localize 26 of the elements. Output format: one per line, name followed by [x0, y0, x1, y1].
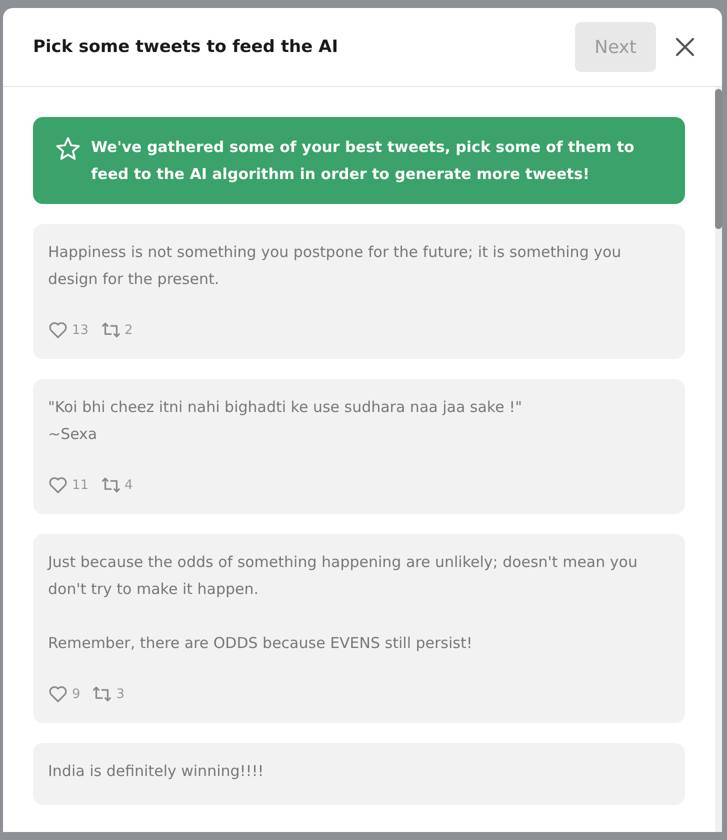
close-icon	[675, 37, 695, 57]
star-icon	[55, 136, 81, 162]
info-text: We've gathered some of your best tweets, pick some of them to feed to the AI algorithm in order to generate more tweets!	[91, 137, 636, 185]
retweet-count: 2	[124, 322, 133, 338]
scrollbar-thumb[interactable]	[715, 89, 722, 229]
tweet-text: India is definitely winning!!!!	[48, 761, 265, 782]
retweet-icon[interactable]	[100, 321, 121, 339]
tweet-card[interactable]: Happiness is not something you postpone for the future; it is something you design for the present. 13 2	[33, 224, 685, 359]
scrollbar[interactable]	[715, 87, 722, 832]
tweet-card[interactable]: India is definitely winning!!!!	[33, 743, 685, 805]
heart-icon[interactable]	[48, 321, 68, 339]
retweet-icon[interactable]	[100, 476, 121, 494]
like-count: 11	[72, 478, 89, 492]
heart-icon[interactable]	[48, 685, 68, 703]
retweet-count: 4	[124, 478, 133, 492]
like-count: 13	[72, 322, 89, 338]
dialog-title: Pick some tweets to feed the AI	[33, 37, 340, 57]
retweet-icon[interactable]	[92, 685, 112, 703]
tweet-card[interactable]: Just because the odds of something happening are unlikely; doesn't mean you don't try to make it happen. Remember, there are ODDS because EVENS still persist! 9 3	[33, 534, 685, 723]
tweet-card[interactable]: "Koi bhi cheez itni nahi bighadti ke use sudhara naa jaa sake !" ~Sexa 11 4	[33, 379, 685, 514]
heart-icon[interactable]	[48, 476, 68, 494]
tweet-text: "Koi bhi cheez itni nahi bighadti ke use sudhara naa jaa sake !" ~Sexa	[48, 397, 523, 445]
like-count: 9	[72, 686, 80, 702]
retweet-count: 3	[116, 686, 125, 702]
tweet-text: Happiness is not something you postpone for the future; it is something you design for the present.	[48, 242, 622, 290]
tweet-text: Just because the odds of something happening are unlikely; doesn't mean you don't try to make it happen. Remember, there are ODDS because EVENS still persist!	[48, 552, 638, 654]
